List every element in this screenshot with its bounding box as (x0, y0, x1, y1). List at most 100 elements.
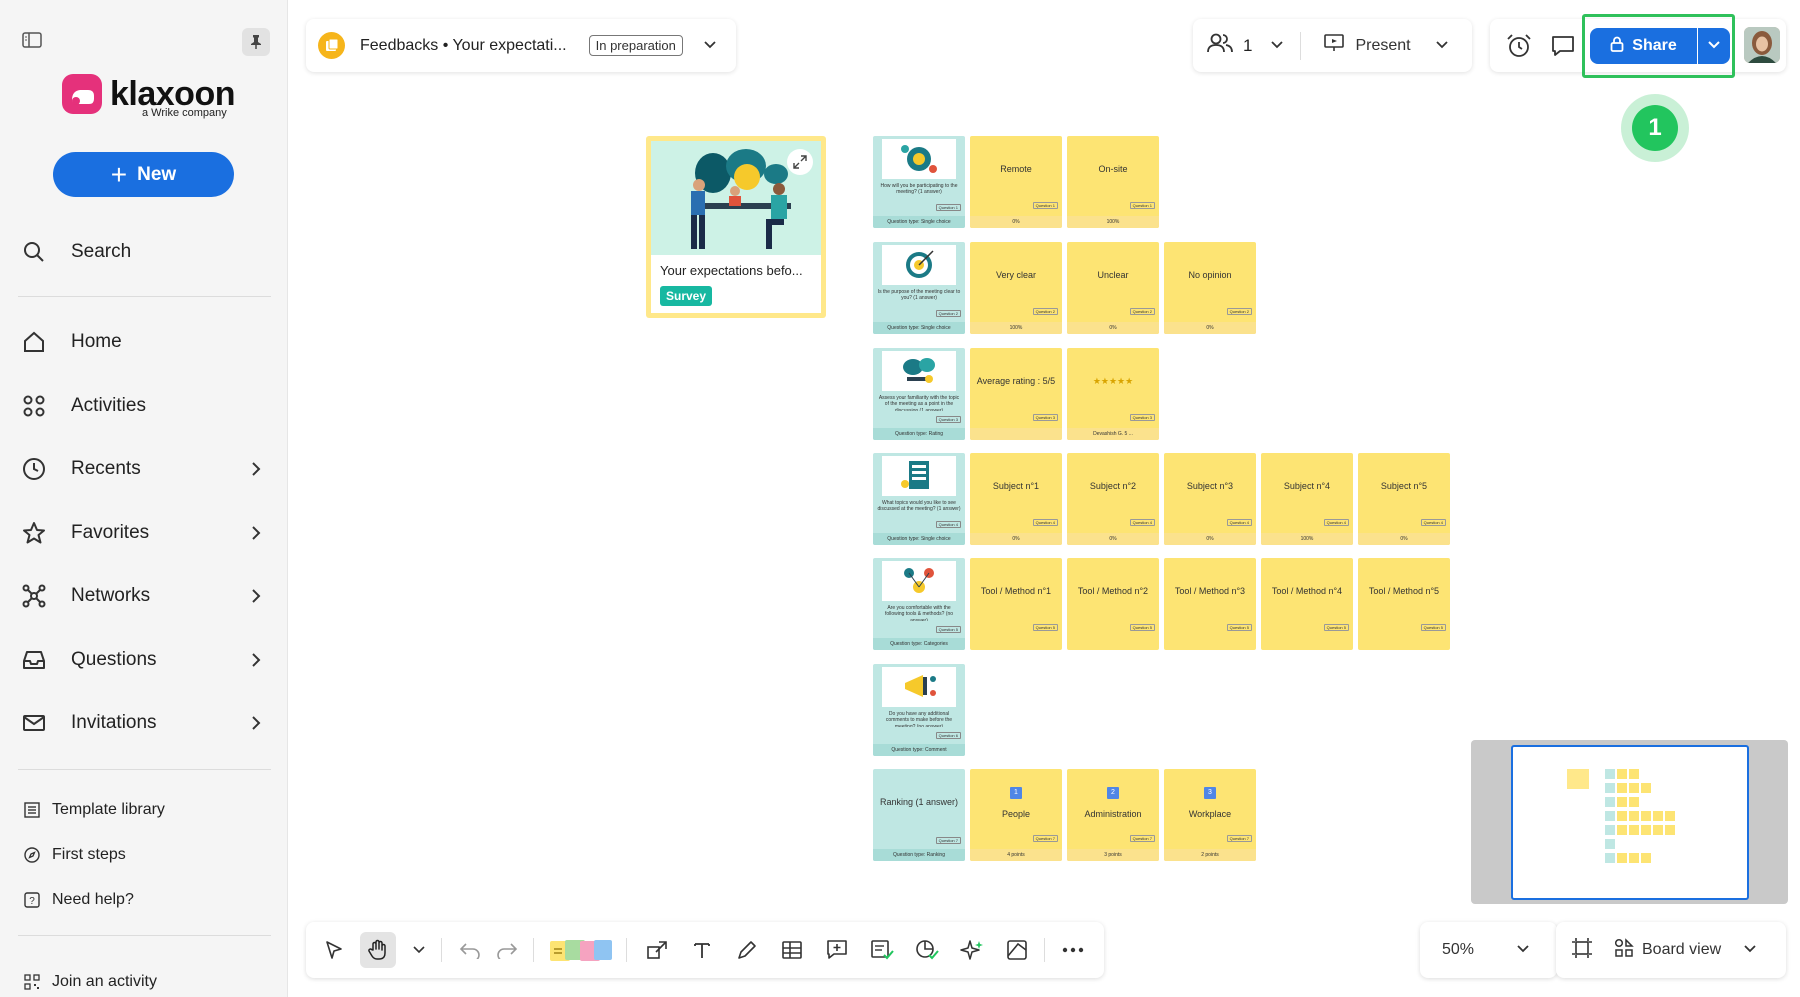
question-card[interactable]: Do you have any additional comments to m… (873, 664, 965, 756)
zoom-control[interactable]: 50% (1420, 922, 1557, 978)
answer-card[interactable]: Remote Question 1 0% (970, 136, 1062, 228)
minimap-card (1605, 853, 1615, 863)
chevron-down-icon[interactable] (1435, 37, 1449, 55)
ai-sparkle-icon[interactable] (957, 935, 987, 965)
answer-text: On-site (1098, 164, 1128, 174)
table-icon[interactable] (777, 935, 807, 965)
star-icon (20, 519, 48, 547)
sidebar-divider (18, 769, 271, 770)
question-tag: Question 6 (935, 732, 961, 739)
board-view-icon[interactable] (1614, 937, 1634, 963)
sticky-notes-icon[interactable] (548, 935, 614, 965)
answer-card[interactable]: 3 Workplace Question 7 2 points (1164, 769, 1256, 861)
expand-icon[interactable] (787, 149, 813, 175)
sidebar-item-activities[interactable]: Activities (20, 386, 270, 426)
minimap-card (1629, 797, 1639, 807)
present-icon[interactable] (1324, 33, 1345, 58)
answer-card[interactable]: ★★★★★ Question 3 Devashish G. 5 ... (1067, 348, 1159, 440)
question-text: What topics would you like to see discus… (877, 500, 961, 513)
redo-icon[interactable] (492, 935, 522, 965)
activity-check-icon[interactable] (912, 935, 942, 965)
minimap-card (1629, 769, 1639, 779)
answer-card[interactable]: 1 People Question 7 4 points (970, 769, 1062, 861)
add-comment-icon[interactable] (822, 935, 852, 965)
hand-tool-icon[interactable] (360, 932, 396, 968)
answer-card[interactable]: Tool / Method n°2 Question 5 (1067, 558, 1159, 650)
question-type-footer: Question type: Single choice (873, 322, 965, 334)
board-title-card[interactable]: Feedbacks • Your expectati... In prepara… (306, 19, 736, 72)
comments-icon[interactable] (1551, 35, 1575, 62)
answer-card[interactable]: No opinion Question 2 0% (1164, 242, 1256, 334)
answer-card[interactable]: Tool / Method n°4 Question 5 (1261, 558, 1353, 650)
question-tag: Question 2 (935, 310, 961, 317)
question-card[interactable]: What topics would you like to see discus… (873, 453, 965, 545)
sidebar-item-invitations[interactable]: Invitations (20, 703, 270, 743)
minimap-viewport[interactable] (1511, 745, 1749, 900)
sidebar-item-home[interactable]: Home (20, 322, 270, 362)
sidebar-divider (18, 935, 271, 936)
answer-card[interactable]: Unclear Question 2 0% (1067, 242, 1159, 334)
minimap-card (1653, 825, 1663, 835)
footer-item-first-steps[interactable]: First steps (24, 846, 126, 864)
question-type: Categories (923, 641, 948, 647)
sidebar-item-networks[interactable]: Networks (20, 576, 270, 616)
minimap-card (1617, 783, 1627, 793)
answer-text: Tool / Method n°1 (980, 586, 1052, 596)
sidebar-item-label: Favorites (71, 522, 150, 543)
text-tool-icon[interactable] (687, 935, 717, 965)
question-card[interactable]: Are you comfortable with the following t… (873, 558, 965, 650)
chevron-down-icon[interactable] (1270, 37, 1284, 55)
answer-card[interactable]: Tool / Method n°1 Question 5 (970, 558, 1062, 650)
sidebar-item-label: Recents (71, 458, 141, 479)
sidebar-item-recents[interactable]: Recents (20, 449, 270, 489)
footer-item-label: Join an activity (52, 973, 157, 990)
answer-card[interactable]: Average rating : 5/5 Question 3 (970, 348, 1062, 440)
pin-icon[interactable] (242, 28, 270, 56)
survey-check-icon[interactable] (867, 935, 897, 965)
undo-icon[interactable] (455, 935, 485, 965)
answer-card[interactable]: Subject n°5 Question 4 0% (1358, 453, 1450, 545)
answer-card[interactable]: Very clear Question 2 100% (970, 242, 1062, 334)
rank-badge: 3 (1204, 787, 1216, 799)
timer-icon[interactable] (1505, 33, 1533, 64)
sidebar-item-label: Activities (71, 395, 146, 416)
answer-card[interactable]: Tool / Method n°5 Question 5 (1358, 558, 1450, 650)
answer-card[interactable]: Subject n°1 Question 4 0% (970, 453, 1062, 545)
answer-card[interactable]: Subject n°3 Question 4 0% (1164, 453, 1256, 545)
answer-card[interactable]: Subject n°4 Question 4 100% (1261, 453, 1353, 545)
answer-card[interactable]: Subject n°2 Question 4 0% (1067, 453, 1159, 545)
users-icon[interactable] (1207, 32, 1233, 59)
present-button[interactable]: Present (1355, 37, 1410, 55)
shapes-icon[interactable] (642, 935, 672, 965)
question-card[interactable]: How will you be participating to the mee… (873, 136, 965, 228)
answer-card[interactable]: Tool / Method n°3 Question 5 (1164, 558, 1256, 650)
answer-card[interactable]: 2 Administration Question 7 3 points (1067, 769, 1159, 861)
question-card[interactable]: Is the purpose of the meeting clear to y… (873, 242, 965, 334)
question-type: Single choice (920, 536, 951, 542)
sidebar-item-questions[interactable]: Questions (20, 640, 270, 680)
frame-tool-icon[interactable] (1002, 935, 1032, 965)
footer-item-join-activity[interactable]: Join an activity (24, 973, 157, 991)
more-icon[interactable] (1058, 935, 1088, 965)
answer-tag: Question 2 (1226, 308, 1252, 315)
footer-item-need-help[interactable]: ? Need help? (24, 891, 134, 909)
question-card[interactable]: Assess your familiarity with the topic o… (873, 348, 965, 440)
footer-item-template-library[interactable]: Template library (24, 801, 165, 819)
new-button[interactable]: + New (53, 152, 234, 197)
survey-card[interactable]: Your expectations befo... Survey (646, 136, 826, 318)
fit-board-icon[interactable] (1570, 936, 1594, 965)
avatar[interactable] (1744, 27, 1780, 63)
sidebar-toggle-icon[interactable] (22, 32, 44, 50)
chevron-down-icon[interactable] (703, 37, 717, 55)
pen-icon[interactable] (732, 935, 762, 965)
select-pointer-icon[interactable] (319, 935, 349, 965)
sidebar-item-favorites[interactable]: Favorites (20, 513, 270, 553)
chevron-down-icon[interactable] (404, 935, 434, 965)
chevron-down-icon[interactable] (1743, 941, 1757, 959)
answer-score: 100% (1261, 533, 1353, 545)
help-icon: ? (24, 891, 42, 909)
search-item[interactable]: Search (20, 232, 270, 272)
board-view-label[interactable]: Board view (1642, 941, 1721, 959)
answer-card[interactable]: On-site Question 1 100% (1067, 136, 1159, 228)
ranking-card[interactable]: Ranking (1 answer) Question 7 Question t… (873, 769, 965, 861)
